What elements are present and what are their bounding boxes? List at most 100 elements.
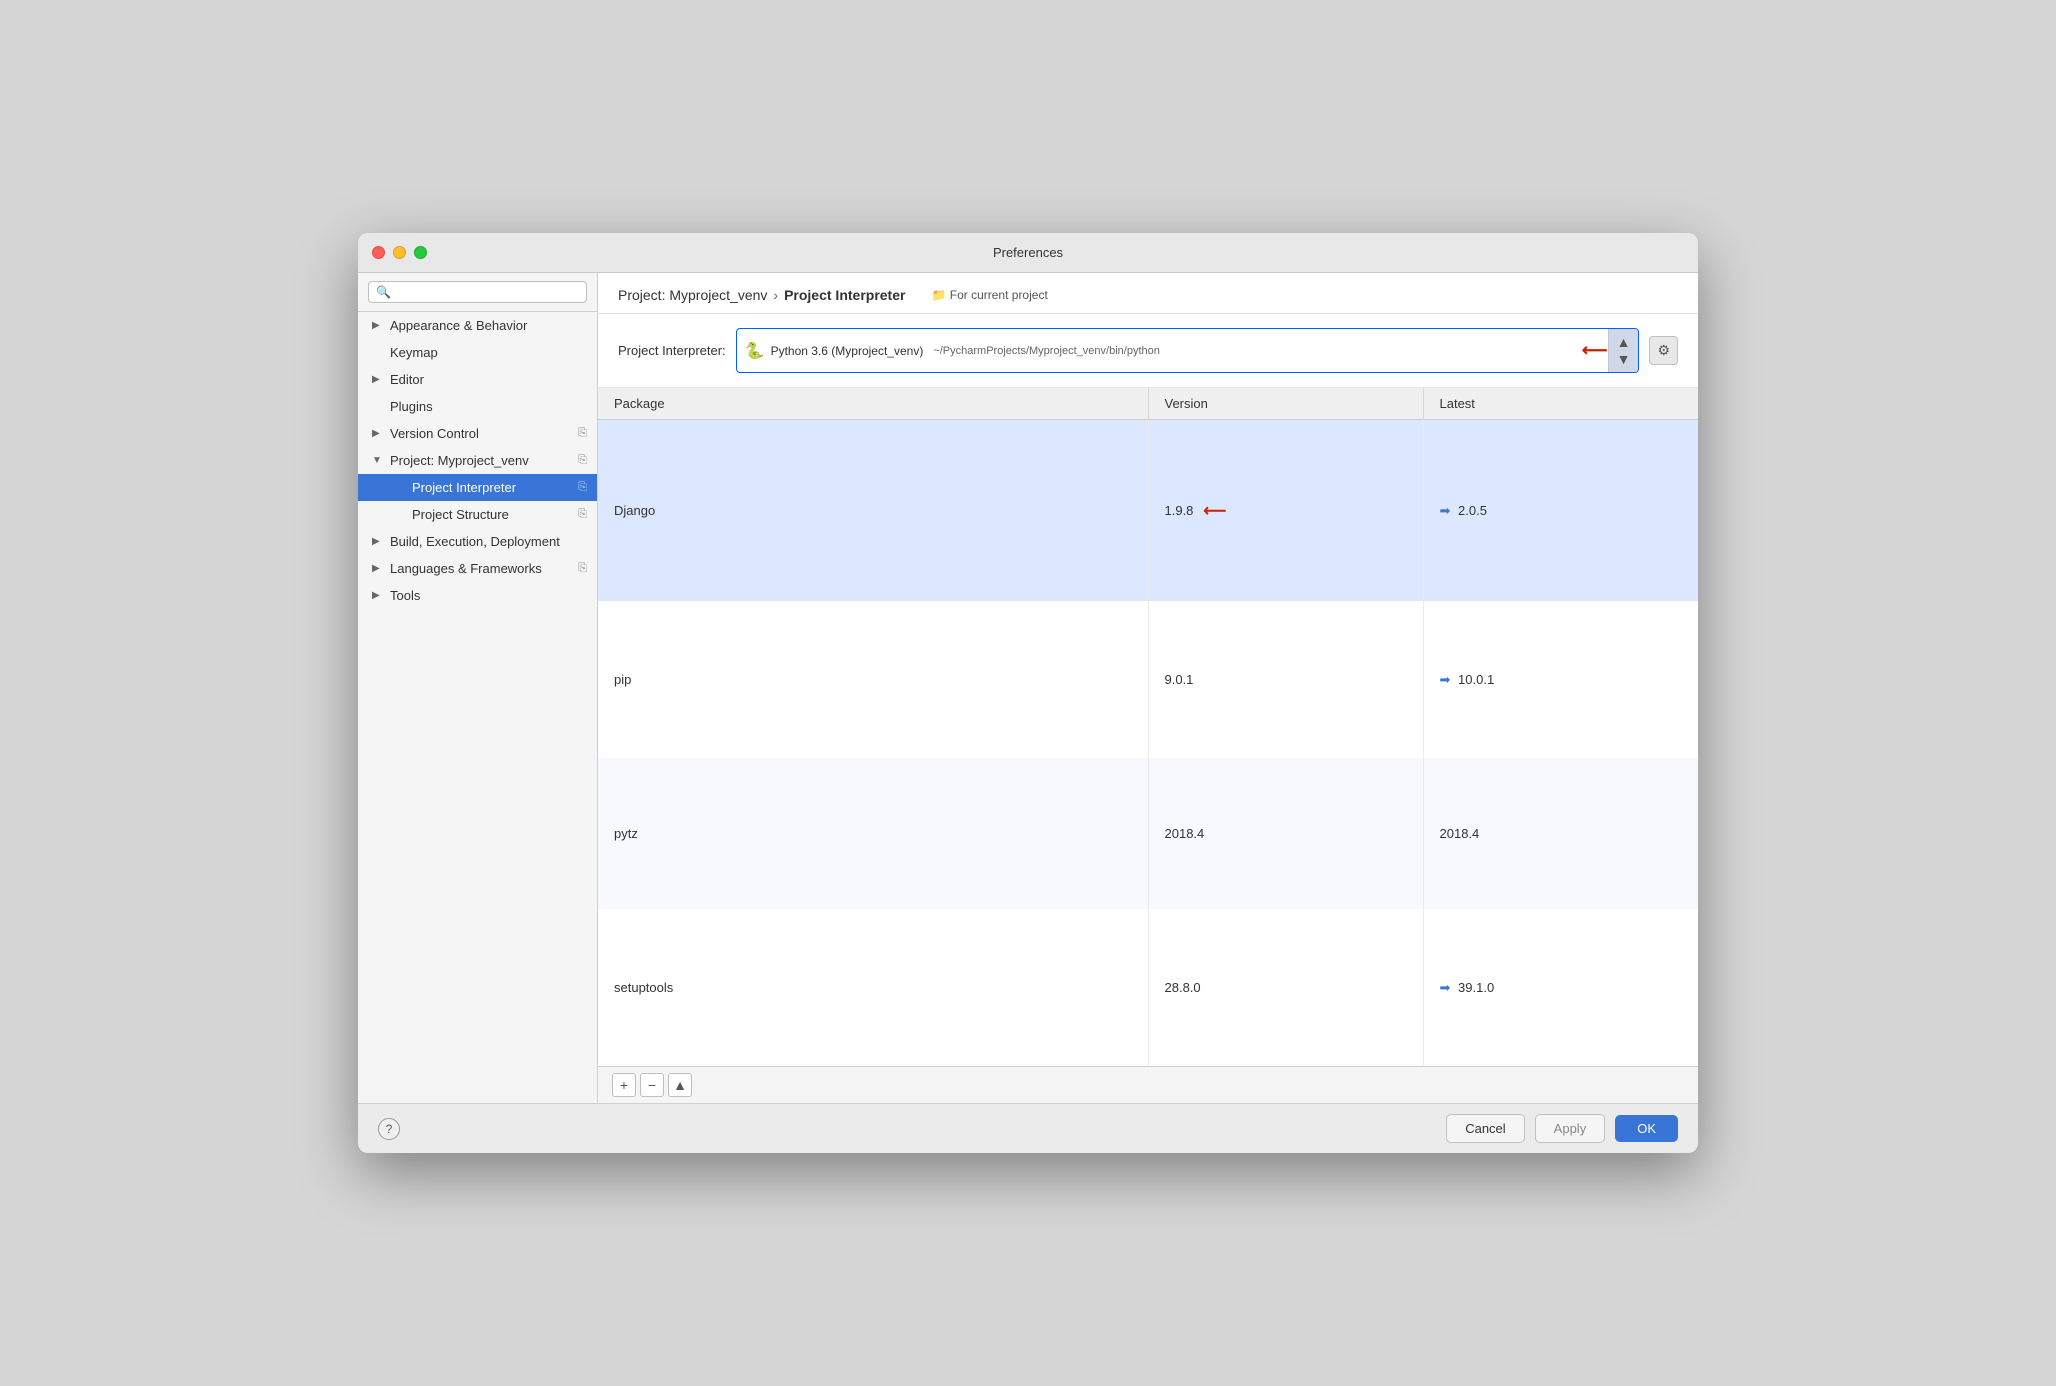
sidebar-item-keymap[interactable]: Keymap xyxy=(358,339,597,366)
main-content: 🔍 ▶ Appearance & Behavior Keymap ▶ Edito… xyxy=(358,273,1698,1103)
sidebar-item-version-control[interactable]: ▶ Version Control ⎘ xyxy=(358,420,597,447)
package-latest: 2018.4 xyxy=(1423,758,1698,909)
packages-table: Package Version Latest Django 1.9.8 ⟵ xyxy=(598,388,1698,1066)
cancel-button[interactable]: Cancel xyxy=(1446,1114,1524,1143)
copy-icon: ⎘ xyxy=(578,454,587,467)
table-row[interactable]: Django 1.9.8 ⟵ ➡ 2.0.5 xyxy=(598,420,1698,602)
upgrade-package-button[interactable]: ▲ xyxy=(668,1073,692,1097)
chevron-right-icon: ▶ xyxy=(372,590,384,601)
search-input[interactable] xyxy=(396,285,579,299)
package-name: setuptools xyxy=(598,909,1148,1066)
preferences-window: Preferences 🔍 ▶ Appearance & Behavior Ke… xyxy=(358,233,1698,1153)
interpreter-select[interactable]: 🐍 Python 3.6 (Myproject_venv) ~/PycharmP… xyxy=(736,328,1640,373)
package-latest: ➡ 39.1.0 xyxy=(1423,909,1698,1066)
interpreter-value: 🐍 Python 3.6 (Myproject_venv) ~/PycharmP… xyxy=(737,336,1574,366)
chevron-right-icon: ▶ xyxy=(372,320,384,331)
chevron-right-icon: ▶ xyxy=(372,374,384,385)
interpreter-row: Project Interpreter: 🐍 Python 3.6 (Mypro… xyxy=(598,314,1698,388)
sidebar-item-label: Languages & Frameworks xyxy=(390,561,542,576)
package-latest: ➡ 2.0.5 xyxy=(1423,420,1698,602)
sidebar-item-project-interpreter[interactable]: Project Interpreter ⎘ xyxy=(358,474,597,501)
breadcrumb: Project: Myproject_venv › Project Interp… xyxy=(618,287,1678,303)
sidebar-item-label: Plugins xyxy=(390,399,433,414)
packages-area: Package Version Latest Django 1.9.8 ⟵ xyxy=(598,388,1698,1066)
arrow-annotation: ⟵ xyxy=(1582,340,1608,361)
breadcrumb-parent: Project: Myproject_venv xyxy=(618,287,767,303)
chevron-right-icon: ▶ xyxy=(372,536,384,547)
interpreter-dropdown-button[interactable]: ▲ ▼ xyxy=(1608,329,1639,372)
table-header-row: Package Version Latest xyxy=(598,388,1698,420)
package-version: 28.8.0 xyxy=(1148,909,1423,1066)
sidebar-item-label: Project: Myproject_venv xyxy=(390,453,529,468)
remove-package-button[interactable]: − xyxy=(640,1073,664,1097)
sidebar-item-label: Editor xyxy=(390,372,424,387)
sidebar-item-label: Keymap xyxy=(390,345,438,360)
search-bar: 🔍 xyxy=(358,273,597,312)
upgrade-arrow-icon: ➡ xyxy=(1440,980,1451,995)
breadcrumb-separator: › xyxy=(773,287,778,303)
sidebar-item-build[interactable]: ▶ Build, Execution, Deployment xyxy=(358,528,597,555)
window-title: Preferences xyxy=(993,245,1063,260)
content-header: Project: Myproject_venv › Project Interp… xyxy=(598,273,1698,314)
interpreter-settings-button[interactable]: ⚙ xyxy=(1649,336,1678,365)
package-version: 9.0.1 xyxy=(1148,601,1423,758)
table-row[interactable]: pip 9.0.1 ➡ 10.0.1 xyxy=(598,601,1698,758)
python-icon: 🐍 xyxy=(745,341,765,361)
package-name: pip xyxy=(598,601,1148,758)
col-header-latest: Latest xyxy=(1423,388,1698,420)
package-version: 2018.4 xyxy=(1148,758,1423,909)
bottom-bar-left: ? xyxy=(378,1118,400,1140)
apply-button[interactable]: Apply xyxy=(1535,1114,1606,1143)
sidebar-item-label: Project Interpreter xyxy=(412,480,516,495)
chevron-up-icon: ▲ xyxy=(1617,334,1631,350)
sidebar-item-label: Tools xyxy=(390,588,420,603)
minimize-button[interactable] xyxy=(393,246,406,259)
for-current-project-label: 📁 For current project xyxy=(931,288,1047,302)
sidebar-item-project[interactable]: ▼ Project: Myproject_venv ⎘ xyxy=(358,447,597,474)
add-package-button[interactable]: + xyxy=(612,1073,636,1097)
interpreter-name: Python 3.6 (Myproject_venv) xyxy=(771,344,924,358)
package-name: pytz xyxy=(598,758,1148,909)
sidebar-item-label: Project Structure xyxy=(412,507,509,522)
package-name: Django xyxy=(598,420,1148,602)
content-area: Project: Myproject_venv › Project Interp… xyxy=(598,273,1698,1103)
upgrade-arrow-icon: ➡ xyxy=(1440,503,1451,518)
titlebar: Preferences xyxy=(358,233,1698,273)
sidebar-item-languages[interactable]: ▶ Languages & Frameworks ⎘ xyxy=(358,555,597,582)
table-row[interactable]: setuptools 28.8.0 ➡ 39.1.0 xyxy=(598,909,1698,1066)
maximize-button[interactable] xyxy=(414,246,427,259)
search-icon: 🔍 xyxy=(376,285,391,299)
sidebar-item-label: Version Control xyxy=(390,426,479,441)
sidebar-item-project-structure[interactable]: Project Structure ⎘ xyxy=(358,501,597,528)
packages-toolbar: + − ▲ xyxy=(598,1066,1698,1103)
sidebar-item-editor[interactable]: ▶ Editor xyxy=(358,366,597,393)
upgrade-arrow-icon: ➡ xyxy=(1440,672,1451,687)
table-row[interactable]: pytz 2018.4 2018.4 xyxy=(598,758,1698,909)
interpreter-path: ~/PycharmProjects/Myproject_venv/bin/pyt… xyxy=(933,345,1160,357)
folder-icon: 📁 xyxy=(931,288,946,302)
sidebar: 🔍 ▶ Appearance & Behavior Keymap ▶ Edito… xyxy=(358,273,598,1103)
sidebar-item-tools[interactable]: ▶ Tools xyxy=(358,582,597,609)
traffic-lights xyxy=(372,246,427,259)
sidebar-item-label: Appearance & Behavior xyxy=(390,318,527,333)
copy-icon: ⎘ xyxy=(578,427,587,440)
sidebar-item-plugins[interactable]: Plugins xyxy=(358,393,597,420)
red-arrow-annotation: ⟵ xyxy=(1203,501,1226,521)
sidebar-item-label: Build, Execution, Deployment xyxy=(390,534,560,549)
close-button[interactable] xyxy=(372,246,385,259)
ok-button[interactable]: OK xyxy=(1615,1115,1678,1142)
interpreter-label: Project Interpreter: xyxy=(618,343,726,358)
bottom-bar: ? Cancel Apply OK xyxy=(358,1103,1698,1153)
package-version: 1.9.8 ⟵ xyxy=(1148,420,1423,602)
copy-icon: ⎘ xyxy=(578,481,587,494)
gear-icon: ⚙ xyxy=(1657,342,1670,358)
chevron-down-icon: ▼ xyxy=(372,455,384,466)
search-wrapper[interactable]: 🔍 xyxy=(368,281,587,303)
chevron-down-icon: ▼ xyxy=(1617,351,1631,367)
copy-icon: ⎘ xyxy=(578,562,587,575)
col-header-version: Version xyxy=(1148,388,1423,420)
help-button[interactable]: ? xyxy=(378,1118,400,1140)
package-latest: ➡ 10.0.1 xyxy=(1423,601,1698,758)
col-header-package: Package xyxy=(598,388,1148,420)
sidebar-item-appearance[interactable]: ▶ Appearance & Behavior xyxy=(358,312,597,339)
